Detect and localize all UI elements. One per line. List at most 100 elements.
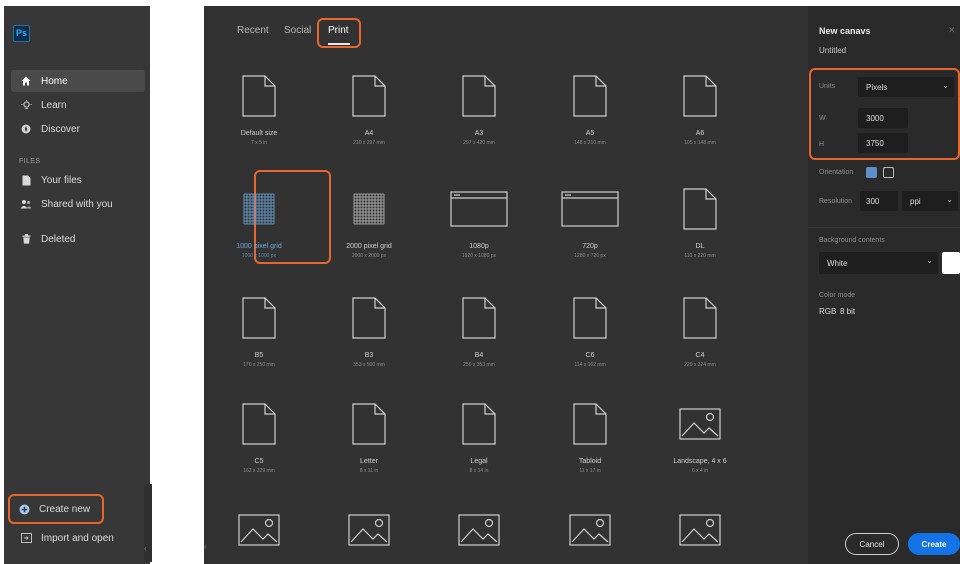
- preset-tile[interactable]: A4 210 x 297 mm: [314, 68, 424, 146]
- image-icon: [314, 502, 424, 558]
- resolution-label: Resolution: [819, 198, 853, 205]
- preset-size: 353 x 500 mm: [353, 362, 385, 368]
- preset-size: 1000 x 1000 px: [241, 253, 277, 259]
- sidebar-item-label: Deleted: [41, 233, 76, 245]
- preset-name: DL: [695, 243, 705, 250]
- preset-name: C5: [254, 458, 264, 465]
- preset-size: 114 x 162 mm: [574, 362, 606, 368]
- browser-icon: [535, 181, 645, 237]
- image-icon: [645, 396, 755, 452]
- bit-depth-value[interactable]: 8 bit: [840, 307, 855, 316]
- preset-size: 2000 x 2000 px: [351, 253, 387, 259]
- preset-name: Default size: [240, 130, 278, 137]
- image-icon: [424, 502, 534, 558]
- background-color-swatch[interactable]: [942, 252, 960, 274]
- document-icon: [314, 68, 424, 124]
- preset-tile[interactable]: DL 110 x 220 mm: [645, 181, 755, 259]
- preset-name: 720p: [582, 243, 598, 250]
- preset-tile[interactable]: Default size 7 x 5 in: [204, 68, 314, 146]
- file-icon: [19, 175, 33, 186]
- preset-size: 250 x 353 mm: [463, 362, 495, 368]
- preset-size: 11 x 17 in: [579, 468, 601, 474]
- preset-tile[interactable]: A3 297 x 420 mm: [424, 68, 534, 146]
- document-icon: [535, 68, 645, 124]
- create-new-button[interactable]: Create new: [11, 498, 99, 520]
- preset-tile[interactable]: C6 114 x 162 mm: [535, 290, 645, 368]
- preset-tile[interactable]: C5 162 x 229 mm: [204, 396, 314, 474]
- preset-tile[interactable]: 1080p 1920 x 1080 px: [424, 181, 534, 259]
- background-contents-value: White: [827, 258, 848, 268]
- preset-tile[interactable]: A5 148 x 210 mm: [535, 68, 645, 146]
- resolution-unit-select[interactable]: ppi ⌄: [902, 191, 958, 211]
- preset-tile[interactable]: Legal 8 x 14 in: [424, 396, 534, 474]
- preset-name: C4: [695, 352, 705, 359]
- orientation-label: Orientation: [819, 169, 854, 176]
- preset-size: 229 x 324 mm: [684, 362, 716, 368]
- preset-tile[interactable]: Portrait, 8 x 10: [535, 502, 645, 564]
- preset-name: B3: [364, 352, 374, 359]
- cancel-button[interactable]: Cancel: [845, 533, 899, 555]
- preset-tile[interactable]: Landscape, 8 x 10: [424, 502, 534, 564]
- preset-tile[interactable]: 2000 pixel grid 2000 x 2000 px: [314, 181, 424, 259]
- left-sidebar: Ps Home Learn Discover FILES Your files …: [4, 6, 152, 564]
- resolution-unit-value: ppi: [910, 196, 921, 206]
- browser-icon: [424, 181, 534, 237]
- sidebar-item-your-files[interactable]: Your files: [11, 169, 145, 191]
- preset-name: A4: [364, 130, 374, 137]
- document-icon: [314, 290, 424, 346]
- document-icon: [535, 290, 645, 346]
- units-value: Pixels: [866, 82, 888, 92]
- preset-size: 8 x 11 in: [359, 468, 379, 474]
- sidebar-item-home[interactable]: Home: [11, 70, 145, 92]
- preset-size: 105 x 148 mm: [684, 140, 716, 146]
- preset-tile[interactable]: 720p 1280 x 720 px: [535, 181, 645, 259]
- units-select[interactable]: Pixels ⌄: [858, 77, 954, 97]
- tab-recent[interactable]: Recent: [237, 25, 269, 36]
- height-input[interactable]: 3750: [858, 133, 908, 153]
- tab-social[interactable]: Social: [284, 25, 311, 36]
- resolution-input[interactable]: 300: [860, 191, 898, 211]
- preset-tile[interactable]: B3 353 x 500 mm: [314, 290, 424, 368]
- width-input[interactable]: 3000: [858, 108, 908, 128]
- color-mode-value[interactable]: RGB: [819, 307, 836, 316]
- sidebar-item-deleted[interactable]: Deleted: [11, 228, 145, 250]
- preset-tile[interactable]: 1000 pixel grid 1000 x 1000 px: [204, 181, 314, 259]
- landscape-orientation-icon[interactable]: [883, 167, 894, 178]
- chevron-down-icon: ⌄: [942, 81, 949, 90]
- chevron-down-icon: ⌄: [946, 195, 953, 204]
- preset-tile[interactable]: Tabloid 11 x 17 in: [535, 396, 645, 474]
- background-contents-select[interactable]: White ⌄: [819, 252, 938, 274]
- preset-size: 1280 x 720 px: [574, 253, 606, 259]
- close-icon[interactable]: ✕: [948, 25, 956, 36]
- document-icon: [424, 68, 534, 124]
- sidebar-item-learn[interactable]: Learn: [11, 94, 145, 116]
- preset-name: Tabloid: [578, 458, 602, 465]
- preset-tile[interactable]: Landscape, 2 x 3: [204, 502, 314, 564]
- document-icon: [314, 396, 424, 452]
- document-name[interactable]: Untitled: [819, 46, 846, 55]
- import-and-open-button[interactable]: Import and open: [11, 527, 145, 549]
- sidebar-item-shared-with-you[interactable]: Shared with you: [11, 193, 145, 215]
- import-icon: [19, 533, 33, 543]
- preset-name: B5: [254, 352, 264, 359]
- preset-tile[interactable]: B4 250 x 353 mm: [424, 290, 534, 368]
- preset-name: A5: [585, 130, 595, 137]
- preset-tile[interactable]: Landscape, 5 x 7: [314, 502, 424, 564]
- preset-size: 110 x 220 mm: [684, 253, 716, 259]
- preset-tile[interactable]: Letter 8 x 11 in: [314, 396, 424, 474]
- preset-tile[interactable]: Portrait, 4 x 6: [645, 502, 755, 564]
- preset-tile[interactable]: C4 229 x 324 mm: [645, 290, 755, 368]
- preset-tile[interactable]: A6 105 x 148 mm: [645, 68, 755, 146]
- preset-tile[interactable]: B5 176 x 250 mm: [204, 290, 314, 368]
- portrait-orientation-icon[interactable]: [866, 167, 877, 178]
- preset-name: C6: [585, 352, 595, 359]
- home-icon: [19, 76, 33, 86]
- preset-size: 176 x 250 mm: [243, 362, 275, 368]
- preset-tile[interactable]: Landscape, 4 x 6 6 x 4 in: [645, 396, 755, 474]
- sidebar-item-label: Discover: [41, 123, 80, 135]
- preset-size: 148 x 210 mm: [574, 140, 606, 146]
- document-icon: [645, 290, 755, 346]
- divider: [808, 227, 960, 228]
- sidebar-item-discover[interactable]: Discover: [11, 118, 145, 140]
- create-button[interactable]: Create: [908, 533, 960, 555]
